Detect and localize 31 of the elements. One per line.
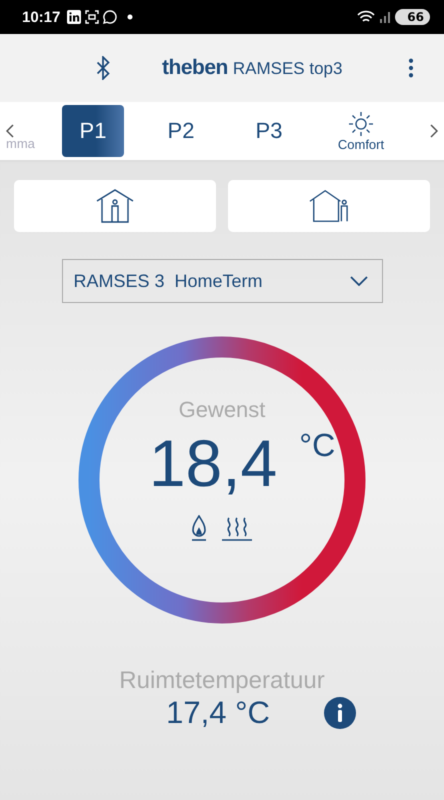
product-name: RAMSES top3 <box>232 59 342 79</box>
presence-button[interactable] <box>14 180 216 232</box>
chevron-right-icon[interactable] <box>430 124 438 138</box>
person-in-house-icon <box>95 189 135 223</box>
scan-icon <box>85 10 100 24</box>
caret-icon <box>350 276 368 286</box>
room-temperature-label: Ruimtetemperatuur <box>119 667 325 695</box>
bluetooth-icon[interactable] <box>96 56 110 80</box>
linkedin-icon <box>67 10 82 24</box>
status-time: 10:17 <box>22 8 60 26</box>
battery-level: 66 <box>395 9 430 25</box>
tab[interactable]: P2 <box>150 105 212 157</box>
wifi-icon <box>357 10 376 24</box>
person-outside-house-icon <box>309 189 349 223</box>
setpoint-value: 18,4 <box>148 425 278 502</box>
tab[interactable]: P1 <box>62 105 124 157</box>
tab[interactable]: Comfort <box>326 105 396 157</box>
sun-icon <box>348 110 374 136</box>
unit-label: °C <box>299 427 336 464</box>
info-icon[interactable] <box>324 697 356 729</box>
chevron-left-icon[interactable] <box>6 124 14 138</box>
temperature-ring[interactable] <box>77 335 367 625</box>
chat-icon <box>103 10 118 24</box>
notification-dot-icon <box>127 14 134 20</box>
tab[interactable]: P3 <box>238 105 300 157</box>
setpoint-label: Gewenst <box>178 397 266 423</box>
brand-logo: theben <box>162 56 228 80</box>
device-dropdown[interactable]: RAMSES 3 HomeTerm <box>62 259 382 303</box>
room-temperature-value: 17,4 °C <box>166 695 270 731</box>
signal-icon <box>379 11 392 23</box>
more-options-icon[interactable] <box>408 58 414 78</box>
